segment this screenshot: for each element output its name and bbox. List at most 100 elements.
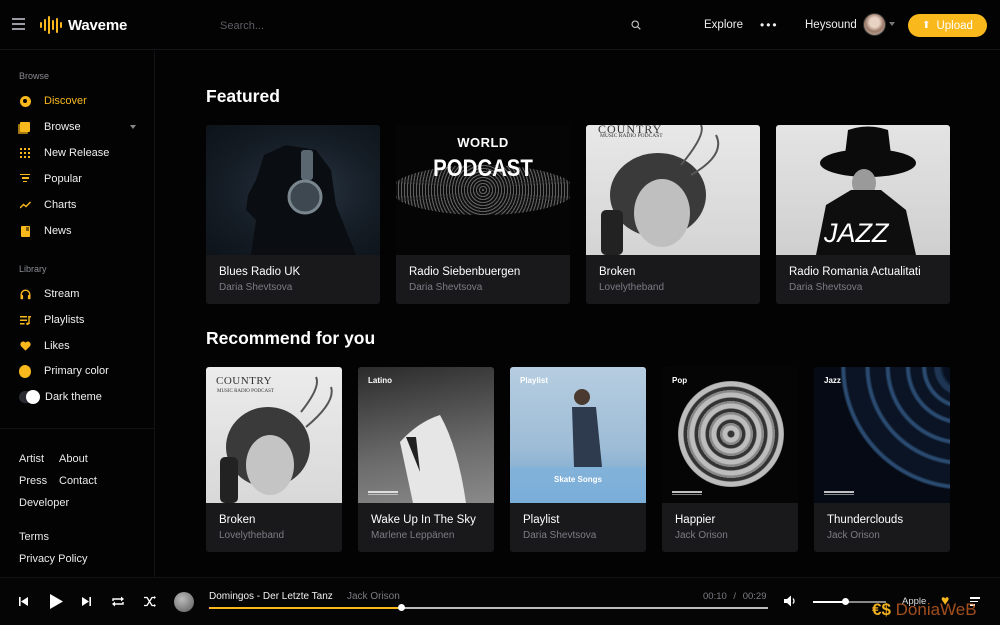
volume-handle[interactable]	[842, 598, 850, 605]
sidebar-item-popular[interactable]: Popular	[19, 173, 144, 185]
chevron-down-icon[interactable]	[130, 125, 136, 129]
cover-sub: MUSIC RADIO PODCAST	[217, 389, 274, 394]
upload-label: Upload	[936, 19, 973, 32]
color-dot-icon	[19, 364, 31, 378]
user-name[interactable]: Heysound	[805, 19, 857, 31]
footer-link-developer[interactable]: Developer	[19, 497, 69, 509]
sidebar-item-label: Playlists	[44, 314, 85, 326]
user-menu-caret-icon[interactable]	[889, 22, 895, 26]
cover-art: Playlist Skate Songs	[510, 367, 646, 503]
sidebar-item-discover[interactable]: Discover	[19, 95, 144, 107]
sidebar-item-browse[interactable]: Browse	[19, 121, 144, 133]
curly-hair-portrait-art	[601, 125, 720, 255]
grid-icon	[19, 147, 31, 159]
cover-label: Pop	[672, 376, 688, 385]
logo[interactable]: Waveme	[40, 15, 127, 35]
sidebar-item-dark-theme[interactable]: Dark theme	[19, 390, 144, 404]
progress-slider[interactable]	[209, 604, 768, 611]
more-options-icon[interactable]: •••	[760, 18, 779, 32]
recommend-heading: Recommend for you	[206, 328, 376, 348]
dark-theme-toggle[interactable]	[19, 390, 40, 404]
output-device[interactable]: Apple	[902, 596, 926, 607]
sidebar-item-primary-color[interactable]: Primary color	[19, 364, 144, 378]
progress-handle[interactable]	[398, 604, 406, 611]
cover-text-top: WORLD	[457, 135, 509, 150]
featured-card[interactable]: Blues Radio UK Daria Shevtsova	[206, 125, 380, 304]
queue-icon[interactable]	[970, 597, 982, 607]
repeat-icon[interactable]	[112, 596, 124, 607]
search-icon[interactable]	[631, 20, 641, 30]
next-track-icon[interactable]	[82, 597, 91, 606]
featured-card[interactable]: COUNTRY MUSIC RADIO PODCAST Broken Lovel…	[586, 125, 760, 304]
card-title: Thunderclouds	[827, 514, 904, 526]
player-bar: Domingos - Der Letzte Tanz Jack Orison 0…	[0, 577, 1000, 625]
explore-link[interactable]: Explore	[704, 19, 743, 31]
main-content: Featured Blues Radio UK Daria Shevtsova …	[156, 51, 1000, 577]
sidebar-item-label: Charts	[44, 199, 77, 211]
cover-caption: Skate Songs	[553, 475, 602, 484]
card-artist: Daria Shevtsova	[523, 530, 597, 541]
sidebar-item-likes[interactable]: Likes	[19, 340, 144, 352]
sidebar-divider	[0, 428, 155, 429]
avatar[interactable]	[863, 13, 886, 36]
card-artist: Jack Orison	[675, 530, 728, 541]
footer-link-artist[interactable]: Artist	[19, 453, 44, 465]
waveform-logo-icon	[40, 15, 62, 35]
footer-link-terms[interactable]: Terms	[19, 531, 49, 543]
sidebar-item-new-release[interactable]: New Release	[19, 147, 144, 159]
card-artist: Lovelytheband	[599, 282, 665, 293]
sidebar-item-charts[interactable]: Charts	[19, 199, 144, 211]
footer-link-press[interactable]: Press	[19, 475, 47, 487]
volume-slider[interactable]	[813, 598, 886, 605]
card-title: Broken	[219, 514, 256, 526]
card-artist: Daria Shevtsova	[219, 282, 293, 293]
sidebar-item-playlists[interactable]: Playlists	[19, 314, 144, 326]
featured-card[interactable]: JAZZ Radio Romania Actualitati Daria She…	[776, 125, 950, 304]
like-heart-icon[interactable]: ♥	[941, 593, 949, 607]
shuffle-icon[interactable]	[144, 596, 156, 607]
sidebar-item-label: Browse	[44, 121, 81, 133]
volume-fill	[813, 601, 846, 603]
recommended-card[interactable]: Playlist Skate Songs Playlist Daria Shev…	[510, 367, 646, 552]
menu-line	[12, 18, 25, 20]
sidebar-item-stream[interactable]: Stream	[19, 288, 144, 300]
sidebar-item-label: New Release	[44, 147, 110, 159]
cover-art: Pop	[662, 367, 798, 503]
cover-label: COUNTRY	[216, 375, 273, 387]
library-heading: Library	[19, 264, 47, 274]
news-icon	[19, 225, 31, 237]
cover-art: COUNTRY MUSIC RADIO PODCAST	[206, 367, 342, 503]
star-trails-art: Jazz	[814, 367, 950, 503]
headphone-silhouette-art	[246, 145, 356, 255]
upload-button[interactable]: ⬆ Upload	[908, 14, 987, 37]
browse-icon	[19, 121, 31, 133]
track-title[interactable]: Domingos - Der Letzte Tanz	[209, 591, 333, 602]
card-artist: Marlene Leppänen	[371, 530, 455, 541]
footer-link-contact[interactable]: Contact	[59, 475, 97, 487]
track-artist[interactable]: Jack Orison	[347, 591, 400, 602]
cover-label: Latino	[368, 376, 392, 385]
recommended-card[interactable]: COUNTRY MUSIC RADIO PODCAST Broken Lovel…	[206, 367, 342, 552]
hamburger-menu-button[interactable]	[12, 18, 25, 30]
recommended-card[interactable]: Pop Happier Jack Orison	[662, 367, 798, 552]
footer-link-privacy-policy[interactable]: Privacy Policy	[19, 553, 87, 565]
cover-art: Latino	[358, 367, 494, 503]
featured-card[interactable]: WORLD PODCAST Radio Siebenbuergen Daria …	[396, 125, 570, 304]
recommended-card[interactable]: Jazz Thunderclouds Jack Orison	[814, 367, 950, 552]
card-title: Radio Siebenbuergen	[409, 266, 521, 278]
app-root: Waveme Explore ••• Heysound ⬆ Upload Bro…	[0, 0, 1000, 625]
recommended-card[interactable]: Latino Wake Up In The Sky Marlene Leppän…	[358, 367, 494, 552]
app-name: Waveme	[68, 16, 128, 34]
footer-link-about[interactable]: About	[59, 453, 88, 465]
card-title: Radio Romania Actualitati	[789, 266, 921, 278]
volume-icon[interactable]	[784, 595, 798, 607]
search-input[interactable]	[220, 17, 640, 35]
sidebar: Browse Discover Browse New Release Popul…	[0, 51, 155, 577]
cover-label: Jazz	[824, 376, 841, 385]
previous-track-icon[interactable]	[19, 597, 28, 606]
sidebar-item-news[interactable]: News	[19, 225, 144, 237]
now-playing-thumbnail[interactable]	[174, 592, 194, 612]
duration: 00:29	[742, 591, 767, 602]
cover-label: Playlist	[520, 376, 549, 385]
play-icon[interactable]	[50, 594, 63, 609]
